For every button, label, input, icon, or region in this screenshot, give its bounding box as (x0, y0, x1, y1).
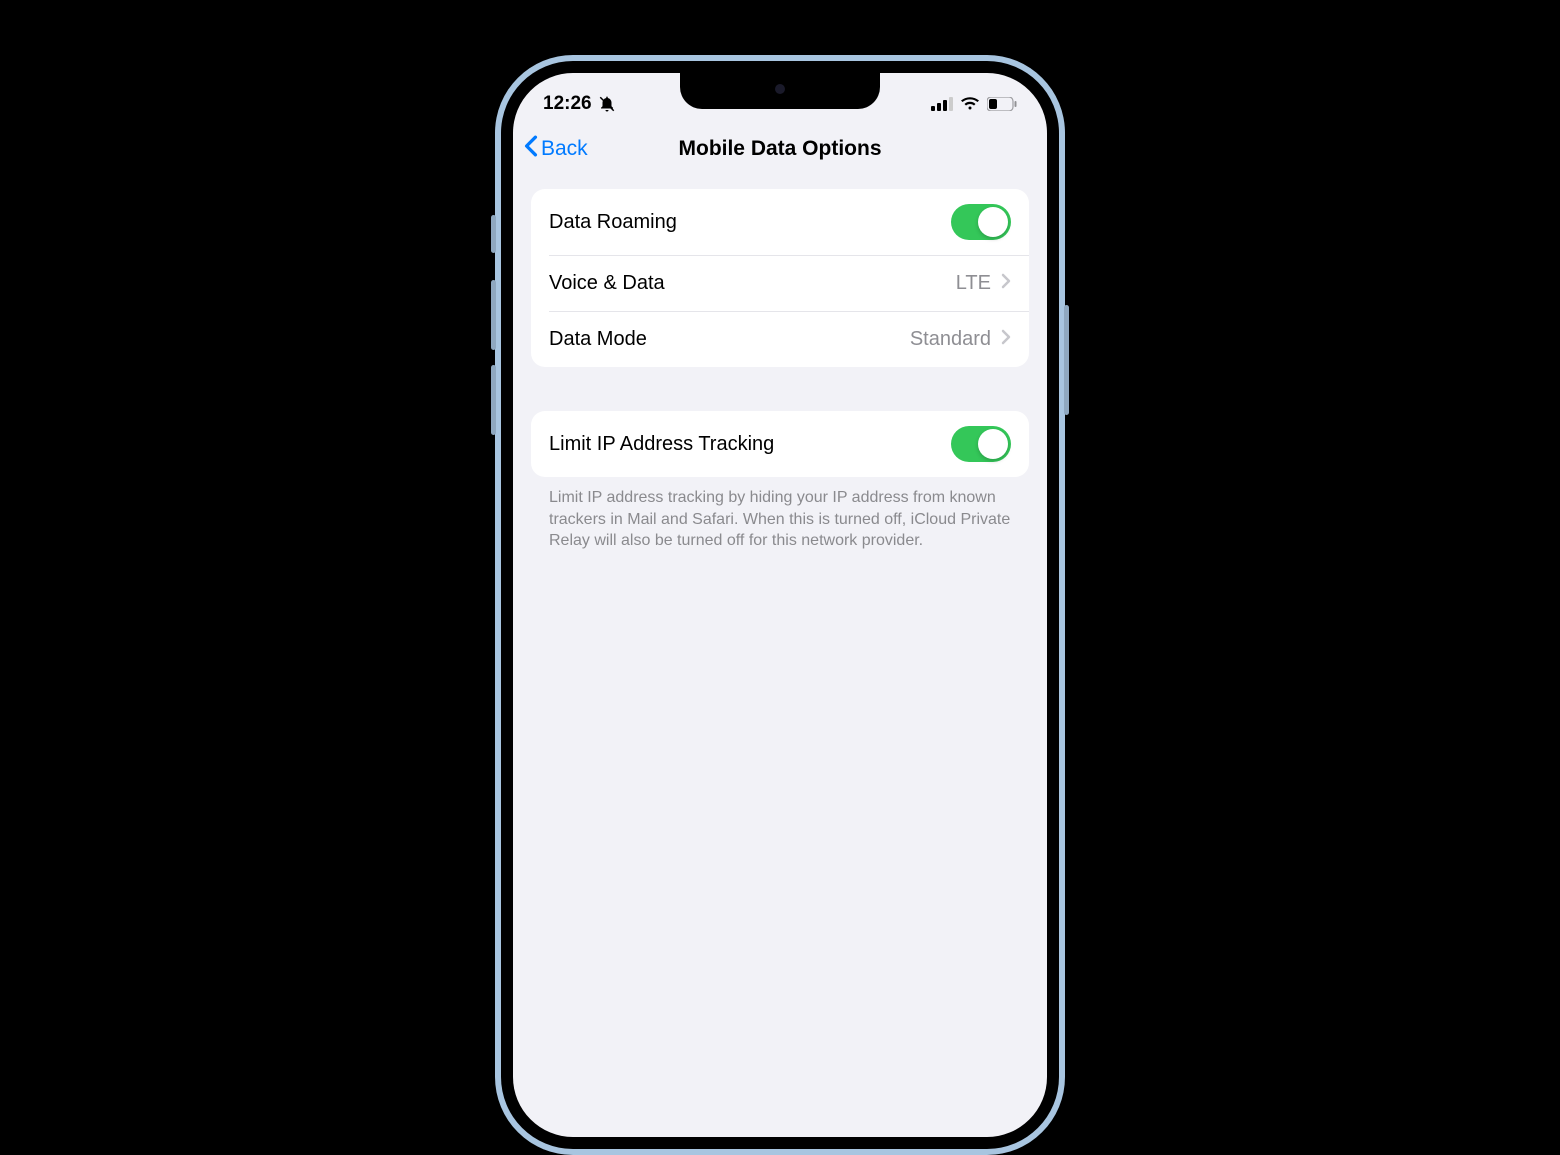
power-button (1064, 305, 1069, 415)
voice-and-data-label: Voice & Data (549, 272, 665, 295)
chevron-right-icon (1001, 273, 1011, 294)
screen: 12:26 (513, 73, 1047, 1137)
limit-ip-label: Limit IP Address Tracking (549, 433, 774, 456)
toggle-knob (978, 207, 1008, 237)
silent-icon (598, 95, 616, 113)
cellular-signal-icon (931, 97, 953, 111)
chevron-right-icon (1001, 329, 1011, 350)
status-time: 12:26 (543, 93, 592, 115)
back-button[interactable]: Back (523, 135, 588, 163)
page-title: Mobile Data Options (678, 137, 881, 161)
data-roaming-toggle[interactable] (951, 204, 1011, 240)
data-mode-row[interactable]: Data Mode Standard (549, 311, 1029, 367)
notch (680, 73, 880, 109)
wifi-icon (960, 97, 980, 111)
data-mode-value: Standard (910, 328, 991, 351)
volume-up-button (491, 280, 496, 350)
limit-ip-row[interactable]: Limit IP Address Tracking (531, 411, 1029, 477)
chevron-left-icon (523, 135, 539, 163)
data-mode-label: Data Mode (549, 328, 647, 351)
phone-frame: 12:26 (495, 55, 1065, 1155)
toggle-knob (978, 429, 1008, 459)
data-roaming-row[interactable]: Data Roaming (531, 189, 1029, 255)
limit-ip-footer: Limit IP address tracking by hiding your… (531, 477, 1029, 552)
back-label: Back (541, 137, 588, 161)
mute-switch (491, 215, 496, 253)
navigation-bar: Back Mobile Data Options (513, 123, 1047, 175)
volume-down-button (491, 365, 496, 435)
settings-group-1: Data Roaming Voice & Data LTE (531, 189, 1029, 367)
battery-icon (987, 97, 1017, 111)
data-roaming-label: Data Roaming (549, 211, 677, 234)
voice-and-data-row[interactable]: Voice & Data LTE (549, 255, 1029, 311)
voice-and-data-value: LTE (956, 272, 991, 295)
settings-group-2: Limit IP Address Tracking (531, 411, 1029, 477)
limit-ip-toggle[interactable] (951, 426, 1011, 462)
